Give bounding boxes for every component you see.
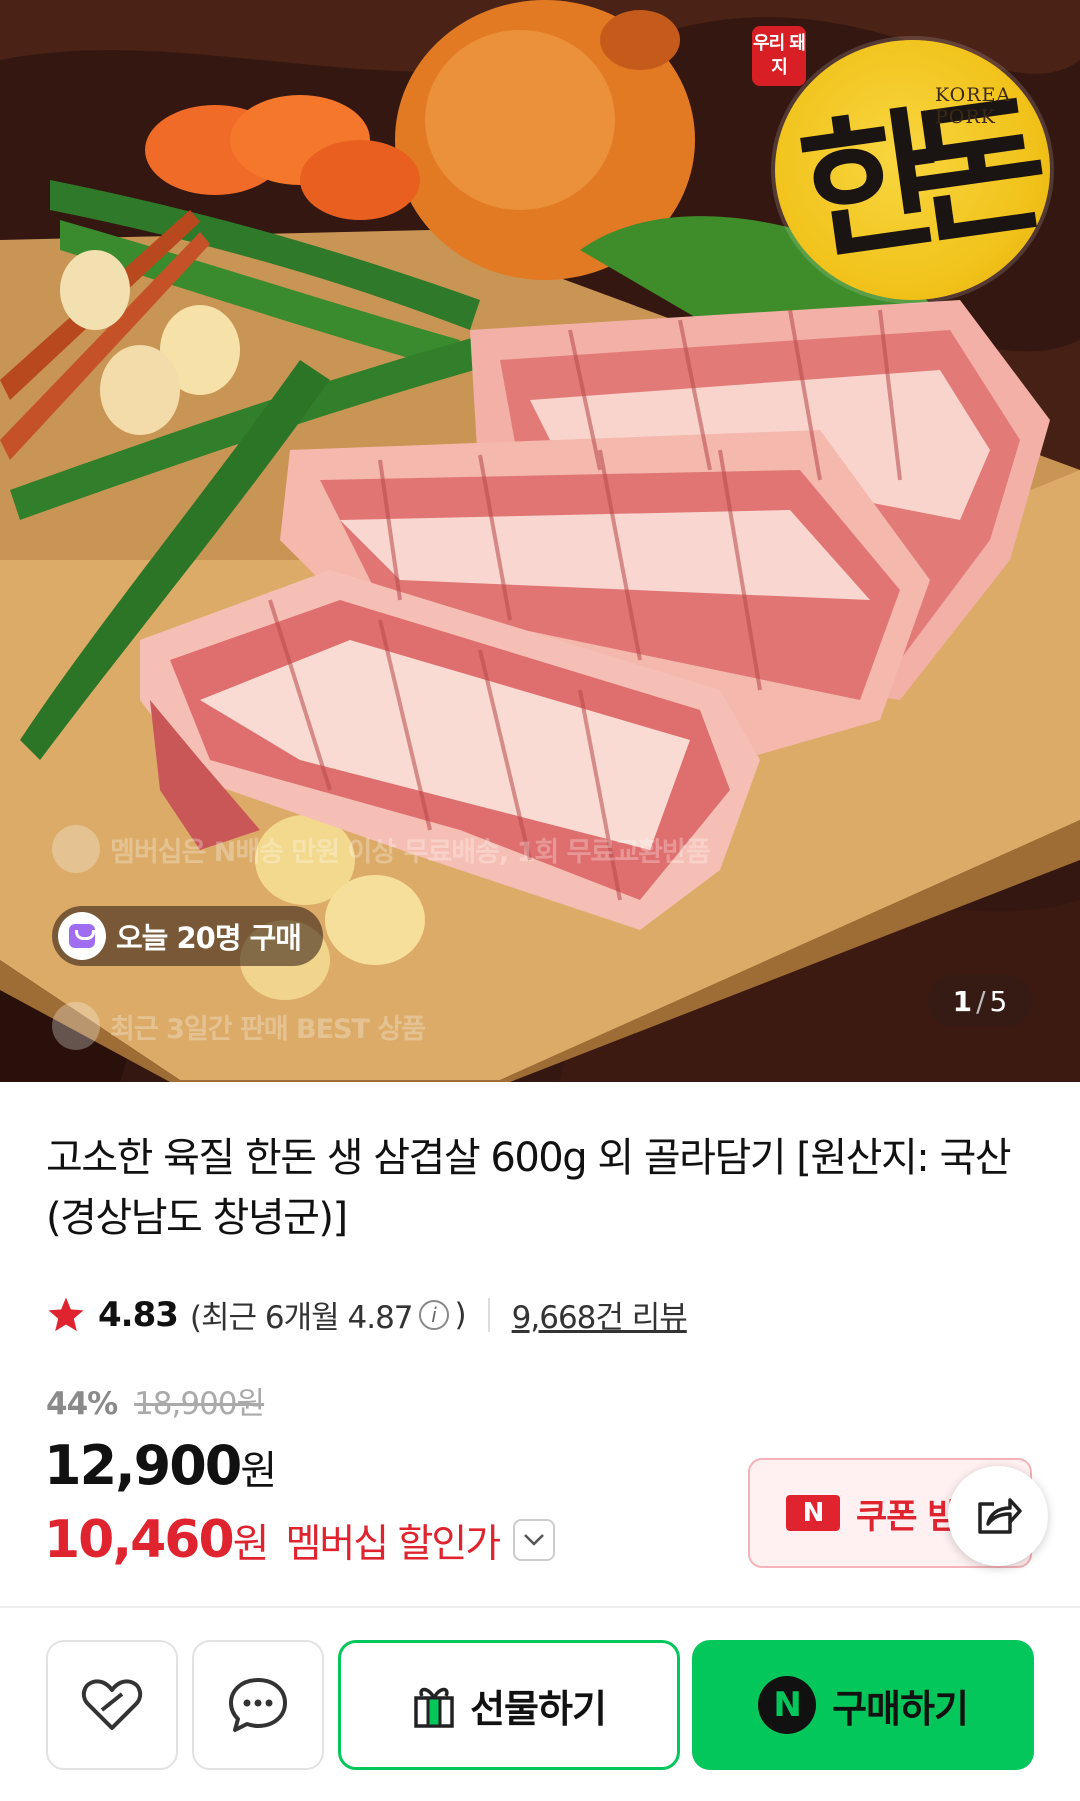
gift-button[interactable]: 선물하기 <box>338 1640 680 1770</box>
overlay-best-seller: 최근 3일간 판매 BEST 상품 <box>52 1002 426 1050</box>
talk-button[interactable] <box>192 1640 324 1770</box>
rating-score: 4.83 <box>98 1294 179 1335</box>
share-button[interactable] <box>948 1466 1048 1566</box>
gift-box-icon <box>52 1002 100 1050</box>
original-price: 18,900원 <box>134 1386 265 1422</box>
wishlist-button[interactable] <box>46 1640 178 1770</box>
buy-label: 구매하기 <box>832 1686 969 1731</box>
share-icon <box>978 1498 1022 1534</box>
discount-row: 44% 18,900원 <box>46 1378 265 1423</box>
membership-price[interactable]: 10,460 원 멤버십 할인가 <box>44 1510 556 1570</box>
overlay-today-purchases: 오늘 20명 구매 <box>52 906 323 966</box>
chevron-down-icon[interactable] <box>513 1519 556 1561</box>
logo-calligraphy: 한돈 <box>790 78 1029 284</box>
gift-icon <box>414 1687 454 1728</box>
image-counter: 1/5 <box>928 975 1032 1027</box>
shopping-bag-icon <box>58 912 106 960</box>
gift-label: 선물하기 <box>470 1686 607 1731</box>
recent-rating: (최근 6개월 4.87 <box>189 1300 414 1336</box>
membership-icon <box>52 825 100 873</box>
naver-n-badge: N <box>786 1495 840 1531</box>
sale-price: 12,900원 <box>44 1434 277 1497</box>
buy-button[interactable]: N 구매하기 <box>692 1640 1034 1770</box>
logo-english-text: KOREA PORK <box>935 84 1012 128</box>
naver-pay-icon: N <box>758 1676 817 1734</box>
info-icon[interactable]: i <box>418 1299 449 1330</box>
recent-rating-close: ) <box>454 1296 467 1333</box>
overlay-membership-banner: 멤버십은 N배송 만원 이상 무료배송, 1회 무료교환반품 <box>52 825 711 873</box>
chat-bubble-icon <box>229 1678 287 1732</box>
discount-percent: 44% <box>46 1386 118 1422</box>
product-image[interactable]: 한돈 KOREA PORK 우리 돼지 멤버십은 N배송 만원 이상 무료배송,… <box>0 0 1080 1082</box>
reviews-link[interactable]: 9,668건 리뷰 <box>512 1292 688 1337</box>
star-icon <box>48 1297 84 1331</box>
divider <box>487 1297 490 1332</box>
coupon-label: 쿠폰 받 <box>856 1496 959 1537</box>
logo-badge: 우리 돼지 <box>752 26 806 86</box>
bottom-divider <box>0 1606 1080 1608</box>
heart-icon <box>81 1679 143 1730</box>
product-title: 고소한 육질 한돈 생 삼겹살 600g 외 골라담기 [원산지: 국산(경상남… <box>46 1135 1012 1241</box>
rating-row: 4.83 (최근 6개월 4.87 i ) 9,668건 리뷰 <box>46 1292 688 1337</box>
